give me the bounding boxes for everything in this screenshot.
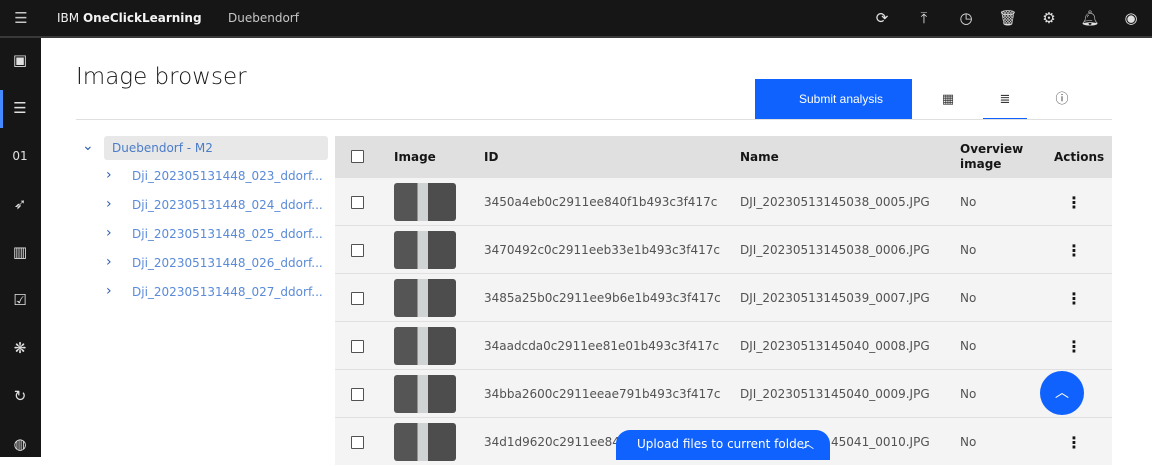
cell-overview: No	[960, 387, 977, 401]
image-thumbnail[interactable]	[394, 423, 456, 461]
image-thumbnail[interactable]	[394, 327, 456, 365]
cell-overview: No	[960, 195, 977, 209]
row-checkbox[interactable]	[351, 339, 364, 353]
project-name: Duebendorf	[228, 11, 299, 25]
header-image: Image	[394, 149, 436, 164]
row-checkbox[interactable]	[351, 195, 364, 209]
cell-name: DJI_20230513145038_0006.JPG	[740, 243, 930, 257]
catalog-icon[interactable]: ▥	[8, 240, 32, 264]
overflow-menu-icon[interactable]: ⋮	[1066, 274, 1082, 322]
image-browser-icon[interactable]: ☰	[8, 96, 32, 120]
chevron-right-icon[interactable]: ›	[106, 225, 112, 241]
overflow-menu-icon[interactable]: ⋮	[1066, 322, 1082, 370]
row-checkbox[interactable]	[351, 387, 364, 401]
cell-id: 34bba2600c2911eeae791b493c3f417c	[484, 387, 721, 401]
header-overview: Overview image	[960, 141, 1024, 171]
header-name[interactable]: Name	[740, 136, 779, 177]
cell-name: DJI_20230513145040_0008.JPG	[740, 339, 930, 353]
upload-files-button[interactable]: Upload files to current folder ︿	[616, 430, 830, 460]
active-indicator	[0, 90, 3, 128]
brand-prefix: IBM	[57, 11, 80, 25]
cell-id: 34aadcda0c2911ee81e01b493c3f417c	[484, 339, 720, 353]
scroll-to-top-button[interactable]: ︿	[1040, 371, 1084, 415]
chevron-right-icon[interactable]: ›	[106, 254, 112, 270]
cell-id: 34d1d9620c2911ee84	[484, 435, 620, 449]
table-row[interactable]: 3450a4eb0c2911ee840f1b493c3f417c DJI_202…	[335, 177, 1112, 225]
model-icon[interactable]: ❋	[8, 336, 32, 360]
table-row[interactable]: 34aadcda0c2911ee81e01b493c3f417c DJI_202…	[335, 321, 1112, 369]
cell-name: DJI_20230513145039_0007.JPG	[740, 291, 930, 305]
table-row[interactable]: 34bba2600c2911eeae791b493c3f417c DJI_202…	[335, 369, 1112, 417]
chevron-right-icon[interactable]: ›	[106, 283, 112, 299]
brand-name: OneClickLearning	[82, 11, 202, 25]
tasks-icon[interactable]: ☑	[8, 288, 32, 312]
datasets-icon[interactable]: ▣	[8, 48, 32, 72]
cell-id: 3485a25b0c2911ee9b6e1b493c3f417c	[484, 291, 721, 305]
image-thumbnail[interactable]	[394, 279, 456, 317]
image-thumbnail[interactable]	[394, 231, 456, 269]
overflow-menu-icon[interactable]: ⋮	[1066, 418, 1082, 466]
side-nav: ▣ ☰ 01 ➶ ▥ ☑ ❋ ↻ ◍	[0, 38, 41, 457]
chevron-right-icon[interactable]: ›	[106, 196, 112, 212]
notification-icon[interactable]: 🔔︎	[1079, 7, 1101, 29]
image-thumbnail[interactable]	[394, 375, 456, 413]
schedule-icon[interactable]: ◷	[955, 7, 977, 29]
page-title: Image browser	[76, 64, 247, 90]
table-row[interactable]: 3485a25b0c2911ee9b6e1b493c3f417c DJI_202…	[335, 273, 1112, 321]
table-row[interactable]: 3470492c0c2911eeb33e1b493c3f417c DJI_202…	[335, 225, 1112, 273]
tree-folder-item[interactable]: Dji_202305131448_024_ddorf...	[132, 198, 323, 212]
row-checkbox[interactable]	[351, 435, 364, 449]
cell-name: DJI_20230513145038_0005.JPG	[740, 195, 930, 209]
header-divider	[76, 119, 1112, 120]
settings-icon[interactable]: ⚙	[1038, 7, 1060, 29]
list-view-icon[interactable]: ≣	[983, 80, 1027, 120]
overflow-menu-icon[interactable]: ⋮	[1066, 178, 1082, 226]
image-table: Image ID Name Overview image Actions 345…	[335, 136, 1112, 465]
cell-id: 3450a4eb0c2911ee840f1b493c3f417c	[484, 195, 718, 209]
cell-overview: No	[960, 339, 977, 353]
trash-icon[interactable]: 🗑︎	[997, 7, 1019, 29]
submit-analysis-button[interactable]: Submit analysis	[755, 79, 912, 120]
header-id[interactable]: ID	[484, 136, 498, 177]
refresh-document-icon[interactable]: ⟳	[871, 7, 893, 29]
tree-folder-item[interactable]: Dji_202305131448_027_ddorf...	[132, 285, 323, 299]
upload-label: Upload files to current folder	[637, 437, 810, 451]
app-brand[interactable]: IBM OneClickLearning	[57, 11, 202, 25]
top-header: ☰ IBM OneClickLearning Duebendorf ⟳ ⤒ ◷ …	[0, 0, 1152, 38]
chevron-up-icon: ︿	[801, 437, 814, 451]
info-icon[interactable]: ⓘ	[1040, 80, 1084, 120]
grid-view-icon[interactable]: ▦	[926, 80, 970, 120]
cell-overview: No	[960, 435, 977, 449]
select-all-checkbox[interactable]	[351, 150, 364, 163]
table-header: Image ID Name Overview image Actions	[335, 136, 1112, 177]
chevron-down-icon[interactable]: ⌄	[82, 138, 94, 154]
overflow-menu-icon[interactable]: ⋮	[1066, 226, 1082, 274]
cell-name: DJI_20230513145040_0009.JPG	[740, 387, 930, 401]
row-checkbox[interactable]	[351, 291, 364, 305]
cell-overview: No	[960, 291, 977, 305]
row-checkbox[interactable]	[351, 243, 364, 257]
cell-overview: No	[960, 243, 977, 257]
tree-folder-item[interactable]: Dji_202305131448_023_ddorf...	[132, 169, 323, 183]
tree-folder-item[interactable]: Dji_202305131448_026_ddorf...	[132, 256, 323, 270]
tree-root-folder[interactable]: Duebendorf - M2	[104, 136, 328, 160]
user-avatar-icon[interactable]: ◉	[1120, 7, 1142, 29]
chevron-up-icon: ︿	[1055, 385, 1069, 401]
cell-id: 3470492c0c2911eeb33e1b493c3f417c	[484, 243, 720, 257]
hamburger-menu-icon[interactable]: ☰	[12, 9, 30, 27]
palette-icon[interactable]: ◍	[8, 432, 32, 456]
labeling-icon[interactable]: 01	[8, 144, 32, 168]
deploy-icon[interactable]: ➶	[8, 192, 32, 216]
upload-icon[interactable]: ⤒	[913, 7, 935, 29]
chevron-right-icon[interactable]: ›	[106, 167, 112, 183]
header-actions: Actions	[1054, 149, 1105, 164]
history-icon[interactable]: ↻	[8, 384, 32, 408]
tree-folder-item[interactable]: Dji_202305131448_025_ddorf...	[132, 227, 323, 241]
image-thumbnail[interactable]	[394, 183, 456, 221]
